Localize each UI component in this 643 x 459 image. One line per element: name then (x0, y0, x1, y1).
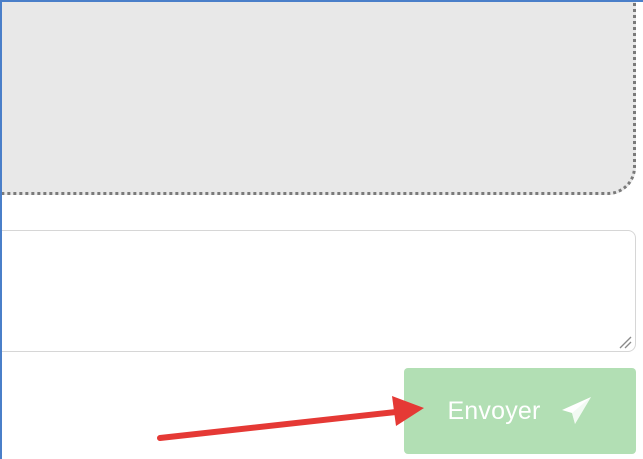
form-panel: Envoyer (0, 0, 643, 459)
paper-plane-icon (561, 397, 591, 424)
message-textarea[interactable] (2, 230, 636, 352)
send-button[interactable]: Envoyer (404, 368, 636, 454)
file-drop-zone[interactable] (2, 2, 636, 195)
send-button-label: Envoyer (447, 396, 541, 425)
resize-handle-icon[interactable] (618, 335, 632, 349)
